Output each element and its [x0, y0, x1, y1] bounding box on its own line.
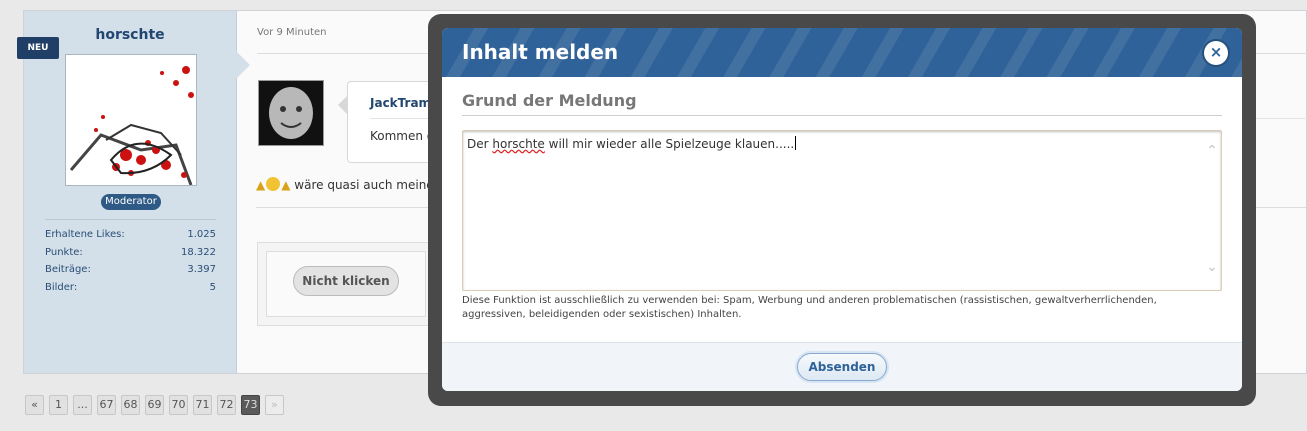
page-ellipsis[interactable]: ... — [73, 395, 92, 415]
submit-button[interactable]: Absenden — [797, 353, 887, 381]
current-page: 73 — [241, 395, 260, 415]
report-reason-textarea[interactable]: Der horschte will mir wieder alle Spielz… — [462, 130, 1222, 291]
stat-points: Punkte: 18.322 — [45, 246, 216, 258]
misspelled-word: horschte — [492, 137, 545, 151]
post-timestamp[interactable]: Vor 9 Minuten — [257, 27, 327, 38]
user-sidebar: horschte NEU Moderator Erhaltene Likes: 1… — [17, 11, 237, 373]
nicht-klicken-button[interactable]: Nicht klicken — [293, 266, 399, 296]
page-link[interactable]: 71 — [193, 395, 212, 415]
stat-likes: Erhaltene Likes: 1.025 — [45, 229, 216, 240]
dialog-header: Inhalt melden × — [442, 28, 1242, 77]
prev-page-button[interactable]: « — [25, 395, 44, 415]
page-link[interactable]: 70 — [169, 395, 188, 415]
post-message: ▲ ▲ wäre quasi auch meine F — [256, 177, 445, 192]
page-link[interactable]: 69 — [145, 395, 164, 415]
new-badge: NEU — [17, 37, 59, 59]
section-title: Grund der Meldung — [462, 91, 637, 110]
next-page-button: » — [265, 395, 284, 415]
dialog-footer: Absenden — [442, 342, 1242, 391]
dialog-title: Inhalt melden — [462, 40, 619, 64]
sidebar-arrow — [236, 51, 250, 79]
user-stats: Erhaltene Likes: 1.025 Punkte: 18.322 Beit… — [45, 219, 216, 296]
spoiler-panel: Nicht klicken — [257, 242, 457, 326]
page-link[interactable]: 67 — [97, 395, 116, 415]
avatar-image — [66, 55, 196, 185]
baby-face-image — [259, 81, 323, 145]
scroll-up-icon[interactable]: ⌃ — [1204, 143, 1220, 159]
usage-hint: Diese Funktion ist ausschließlich zu ver… — [462, 295, 1157, 320]
pagination: « 1 ... 67 68 69 70 71 72 73 » — [25, 395, 284, 415]
scroll-down-icon[interactable]: ⌄ — [1204, 259, 1220, 275]
quote-avatar[interactable] — [258, 80, 324, 146]
role-badge: Moderator — [101, 194, 161, 210]
section-divider — [462, 115, 1222, 116]
text-caret — [795, 136, 797, 150]
thumbs-up-icon: ▲ — [256, 178, 266, 192]
stat-images: Bilder: 5 — [45, 281, 216, 293]
report-dialog: Inhalt melden × Grund der Meldung Der ho… — [442, 28, 1242, 391]
page-link[interactable]: 68 — [121, 395, 140, 415]
stat-posts: Beiträge: 3.397 — [45, 264, 216, 275]
spoiler-inner: Nicht klicken — [266, 251, 426, 317]
user-avatar[interactable] — [65, 54, 197, 186]
report-text: Der horschte will mir wieder alle Spielz… — [467, 136, 797, 151]
grin-emoji-icon — [266, 177, 281, 191]
page-link[interactable]: 1 — [49, 395, 68, 415]
thumbs-up-icon: ▲ — [281, 178, 291, 192]
page-link[interactable]: 72 — [217, 395, 236, 415]
close-icon[interactable]: × — [1204, 41, 1228, 65]
